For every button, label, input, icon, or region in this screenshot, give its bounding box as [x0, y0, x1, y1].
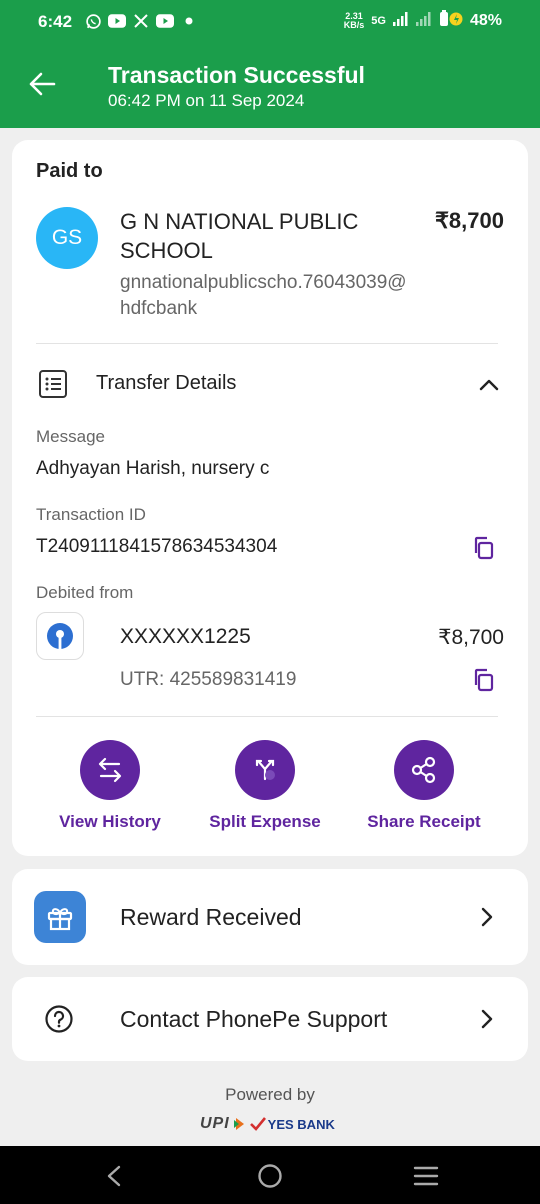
- details-list-icon: [38, 369, 68, 399]
- copy-icon: [474, 668, 494, 692]
- battery-icon: [439, 10, 463, 32]
- contact-support-row[interactable]: Contact PhonePe Support: [12, 977, 528, 1061]
- view-history-label: View History: [59, 812, 161, 831]
- chevron-right-icon: [474, 905, 498, 929]
- network-type: 5G: [371, 15, 386, 27]
- payee-upi-id: gnnationalpublicscho.76043039@hdfcbank: [120, 272, 407, 319]
- page-title: Transaction Successful: [108, 62, 365, 88]
- view-history-button[interactable]: View History: [35, 740, 185, 832]
- split-icon: [235, 740, 295, 800]
- split-expense-label: Split Expense: [209, 812, 321, 831]
- back-button[interactable]: [24, 66, 60, 102]
- debited-from-label: Debited from: [36, 583, 134, 602]
- status-right: 2.31 KB/s 5G 48%: [344, 10, 502, 32]
- reward-label: Reward Received: [120, 904, 302, 930]
- payee-name: G N NATIONAL PUBLIC SCHOOL: [120, 209, 359, 263]
- collapse-chevron-up-icon[interactable]: [476, 372, 502, 398]
- menu-lines-icon: [413, 1166, 439, 1186]
- signal-icon: [392, 12, 409, 30]
- signal-icon: [415, 12, 432, 30]
- reward-received-row[interactable]: Reward Received: [12, 869, 528, 965]
- youtube-icon: [108, 12, 126, 30]
- help-circle-icon: [44, 1004, 74, 1034]
- app-header: Transaction Successful 06:42 PM on 11 Se…: [0, 44, 540, 128]
- chevron-left-icon: [107, 1165, 121, 1187]
- powered-by-label: Powered by: [225, 1085, 315, 1104]
- transaction-card: Paid to GS G N NATIONAL PUBLIC SCHOOL ₹8…: [12, 140, 528, 856]
- whatsapp-icon: [84, 12, 102, 30]
- transfer-details-heading: Transfer Details: [96, 372, 237, 394]
- transaction-datetime: 06:42 PM on 11 Sep 2024: [108, 91, 305, 110]
- support-label: Contact PhonePe Support: [120, 1006, 388, 1032]
- sbi-logo-icon: [47, 623, 73, 649]
- notification-icons: [84, 12, 198, 30]
- check-mark-icon: [249, 1117, 266, 1131]
- transaction-id-value: T2409111841578634534304: [36, 536, 278, 557]
- payment-amount: ₹8,700: [434, 208, 504, 233]
- message-value: Adhyayan Harish, nursery c: [36, 458, 270, 479]
- nav-home-button[interactable]: [256, 1162, 284, 1190]
- dot-icon: [180, 12, 198, 30]
- upi-arrow-icon: [233, 1118, 244, 1130]
- home-circle-icon: [258, 1164, 282, 1188]
- youtube-icon: [156, 12, 174, 30]
- debited-amount: ₹8,700: [438, 626, 504, 649]
- share-receipt-button[interactable]: Share Receipt: [349, 740, 499, 832]
- utr-number: UTR: 425589831419: [120, 669, 297, 690]
- bank-logo: [36, 612, 84, 660]
- battery-percent: 48%: [469, 12, 502, 29]
- paid-to-label: Paid to: [36, 160, 103, 182]
- account-number: XXXXXX1225: [120, 625, 251, 648]
- share-receipt-label: Share Receipt: [367, 812, 481, 831]
- copy-icon: [474, 536, 494, 560]
- copy-transaction-id-button[interactable]: [472, 536, 494, 560]
- x-icon: [132, 12, 150, 30]
- share-icon: [394, 740, 454, 800]
- transfer-arrows-icon: [80, 740, 140, 800]
- divider: [36, 716, 498, 717]
- partner-logos: UPI YES BANK: [200, 1115, 335, 1133]
- system-nav-bar: [0, 1146, 540, 1204]
- transaction-id-label: Transaction ID: [36, 505, 146, 524]
- net-speed: 2.31 KB/s: [343, 11, 365, 30]
- status-bar: 6:42 2.31 KB/s 5G 48%: [0, 0, 540, 44]
- nav-recents-button[interactable]: [412, 1162, 440, 1190]
- gift-icon: [34, 891, 86, 943]
- chevron-right-icon: [474, 1007, 498, 1031]
- yes-bank-logo: YES BANK: [249, 1117, 335, 1132]
- avatar: GS: [36, 207, 98, 269]
- message-label: Message: [36, 427, 105, 446]
- upi-logo: UPI: [200, 1115, 230, 1132]
- copy-utr-button[interactable]: [472, 668, 494, 692]
- divider: [36, 343, 498, 344]
- status-time: 6:42: [38, 12, 73, 31]
- nav-back-button[interactable]: [100, 1162, 128, 1190]
- split-expense-button[interactable]: Split Expense: [190, 740, 340, 832]
- back-arrow-icon: [29, 72, 56, 96]
